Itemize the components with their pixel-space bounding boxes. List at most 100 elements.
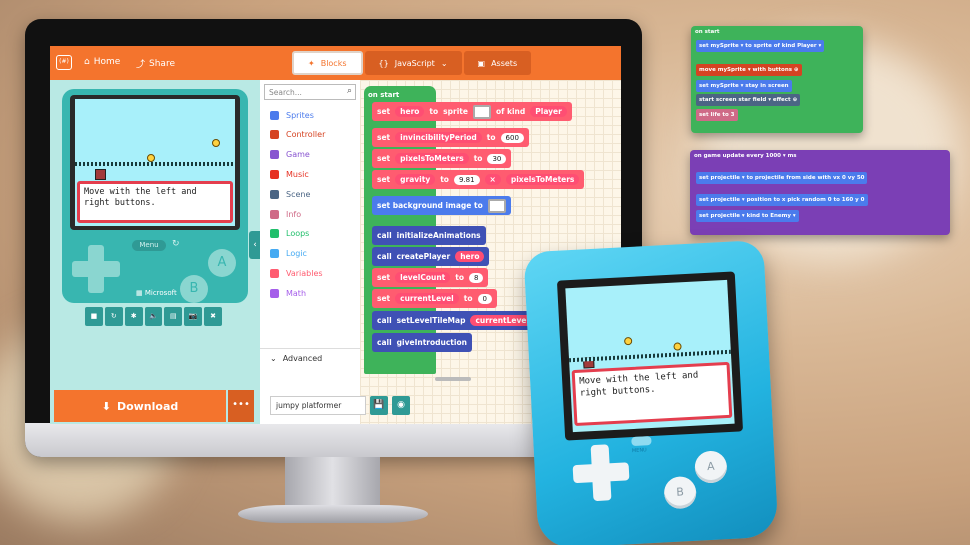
block-part[interactable]: to (440, 175, 449, 184)
code-block[interactable]: call giveIntroduction (372, 333, 472, 352)
block-part[interactable]: × (484, 174, 501, 185)
block-part[interactable]: gravity (395, 174, 436, 185)
number-input[interactable]: 600 (500, 132, 524, 143)
floating-block-row: set life to 3 (696, 109, 738, 121)
floating-game-update-block: on game update every 1000 ▾ ms set proje… (690, 150, 950, 235)
share-button[interactable]: ⤴ Share (136, 57, 175, 71)
floating1-header: on start (695, 29, 720, 35)
toolbox-category-info[interactable]: Info (260, 205, 360, 223)
save-button[interactable]: 💾 (370, 396, 388, 415)
refresh-icon[interactable]: ↻ (172, 239, 180, 249)
image-slot[interactable] (472, 104, 491, 119)
block-part: set (377, 294, 391, 303)
code-block[interactable]: call initializeAnimations (372, 226, 486, 245)
toolbox-category-scene[interactable]: Scene (260, 185, 360, 203)
advanced-toggle[interactable]: ⌄ Advanced (260, 348, 360, 368)
block-part[interactable]: Player (530, 106, 567, 117)
project-name-field[interactable]: jumpy platformer (270, 396, 366, 415)
block-part[interactable]: to (487, 133, 496, 142)
toolbox-category-sprites[interactable]: Sprites (260, 106, 360, 124)
toolbox-category-math[interactable]: Math (260, 284, 360, 302)
number-input[interactable]: 30 (487, 153, 507, 164)
background-image-slot[interactable] (487, 198, 506, 213)
handheld-a-button[interactable]: A (694, 450, 728, 484)
category-label: Controller (286, 130, 326, 140)
block-part[interactable]: levelCount (395, 272, 451, 283)
block-part[interactable]: giveIntroduction (397, 338, 467, 347)
debug-button[interactable]: ✱ (124, 307, 143, 326)
toolbox-category-music[interactable]: Music (260, 165, 360, 183)
menu-button[interactable]: Menu (132, 240, 166, 251)
handheld-menu-label: MENU (631, 447, 647, 455)
mute-button[interactable]: 🔈 (144, 307, 163, 326)
block-part: set background image to (377, 201, 483, 210)
block-part: set (377, 175, 391, 184)
code-block[interactable]: call createPlayer hero (372, 247, 490, 266)
block-part[interactable]: pixelsToMeters (505, 174, 580, 185)
code-block[interactable]: set hero to sprite of kind Player (372, 102, 572, 121)
handheld-menu-button[interactable] (631, 436, 652, 447)
simulator-screen[interactable]: Move with the left and right buttons. (70, 95, 240, 230)
b-button[interactable]: B (180, 275, 208, 303)
code-block[interactable]: call setLevelTileMap currentLevel (372, 311, 540, 330)
toolbox-category-loops[interactable]: Loops (260, 225, 360, 243)
stop-button[interactable]: ■ (85, 307, 103, 326)
block-part[interactable]: createPlayer (397, 252, 451, 261)
hero-sprite (95, 169, 106, 180)
tab-javascript[interactable]: {} JavaScript ⌄ (364, 51, 462, 75)
code-block[interactable]: set invincibilityPeriod to 600 (372, 128, 529, 147)
block-part[interactable]: pixelsToMeters (395, 153, 469, 164)
dpad[interactable] (72, 245, 120, 293)
number-input[interactable]: 8 (469, 272, 484, 283)
block-part[interactable]: to (474, 154, 483, 163)
category-label: Sprites (286, 110, 314, 120)
search-icon[interactable]: ⌕ (347, 86, 352, 96)
block-part[interactable]: sprite (443, 107, 468, 116)
number-input[interactable]: 9.81 (453, 174, 480, 185)
code-block[interactable]: set gravity to 9.81 × pixelsToMeters (372, 170, 585, 189)
block-part: call (377, 252, 392, 261)
a-button[interactable]: A (208, 249, 236, 277)
keyboard-button[interactable]: ▤ (164, 307, 183, 326)
block-part[interactable]: currentLevel (470, 315, 535, 326)
download-button[interactable]: ⬇ Download (54, 390, 226, 422)
block-part[interactable]: to (464, 294, 473, 303)
number-input[interactable]: 0 (477, 293, 492, 304)
chevron-down-icon[interactable]: ⌄ (441, 59, 448, 68)
toolbox-category-game[interactable]: Game (260, 146, 360, 164)
toolbox-category-controller[interactable]: Controller (260, 126, 360, 144)
handheld-dialog-text: Move with the left and right buttons. (578, 370, 699, 399)
block-part[interactable]: setLevelTileMap (397, 316, 466, 325)
more-button[interactable]: ••• (228, 390, 254, 422)
home-button[interactable]: ⌂ Home (84, 57, 120, 67)
screenshot-button[interactable]: 📷 (184, 307, 203, 326)
code-block[interactable]: set currentLevel to 0 (372, 289, 497, 308)
code-block[interactable]: set background image to (372, 196, 511, 215)
search-input[interactable]: Search... ⌕ (264, 84, 356, 100)
workspace-scrollbar[interactable] (435, 377, 471, 381)
block-part: call (377, 231, 392, 240)
monitor-foot (238, 505, 428, 523)
editor-tabs: ✦ Blocks {} JavaScript ⌄ ▣ Assets (292, 51, 532, 75)
handheld-dpad[interactable] (572, 443, 631, 502)
block-part[interactable]: to (429, 107, 438, 116)
tab-assets[interactable]: ▣ Assets (463, 51, 532, 75)
block-part[interactable]: invincibilityPeriod (395, 132, 482, 143)
block-part[interactable]: hero (395, 106, 425, 117)
makecode-arcade-logo[interactable]: (#) (56, 55, 72, 70)
toolbox-category-variables[interactable]: Variables (260, 264, 360, 282)
restart-button[interactable]: ↻ (104, 307, 123, 326)
code-block[interactable]: set pixelsToMeters to 30 (372, 149, 512, 168)
block-part[interactable]: currentLevel (395, 293, 459, 304)
github-icon[interactable]: ◉ (392, 396, 410, 415)
tab-blocks[interactable]: ✦ Blocks (292, 51, 363, 75)
game-canvas: Move with the left and right buttons. (75, 99, 235, 226)
toolbox-category-logic[interactable]: Logic (260, 245, 360, 263)
handheld-b-button[interactable]: B (663, 475, 697, 510)
block-part[interactable]: of kind (496, 107, 525, 116)
fullscreen-button[interactable]: ✖ (204, 307, 223, 326)
block-part[interactable]: to (455, 273, 464, 282)
code-block[interactable]: set levelCount to 8 (372, 268, 489, 287)
block-part[interactable]: hero (455, 251, 485, 262)
block-part[interactable]: initializeAnimations (397, 231, 481, 240)
